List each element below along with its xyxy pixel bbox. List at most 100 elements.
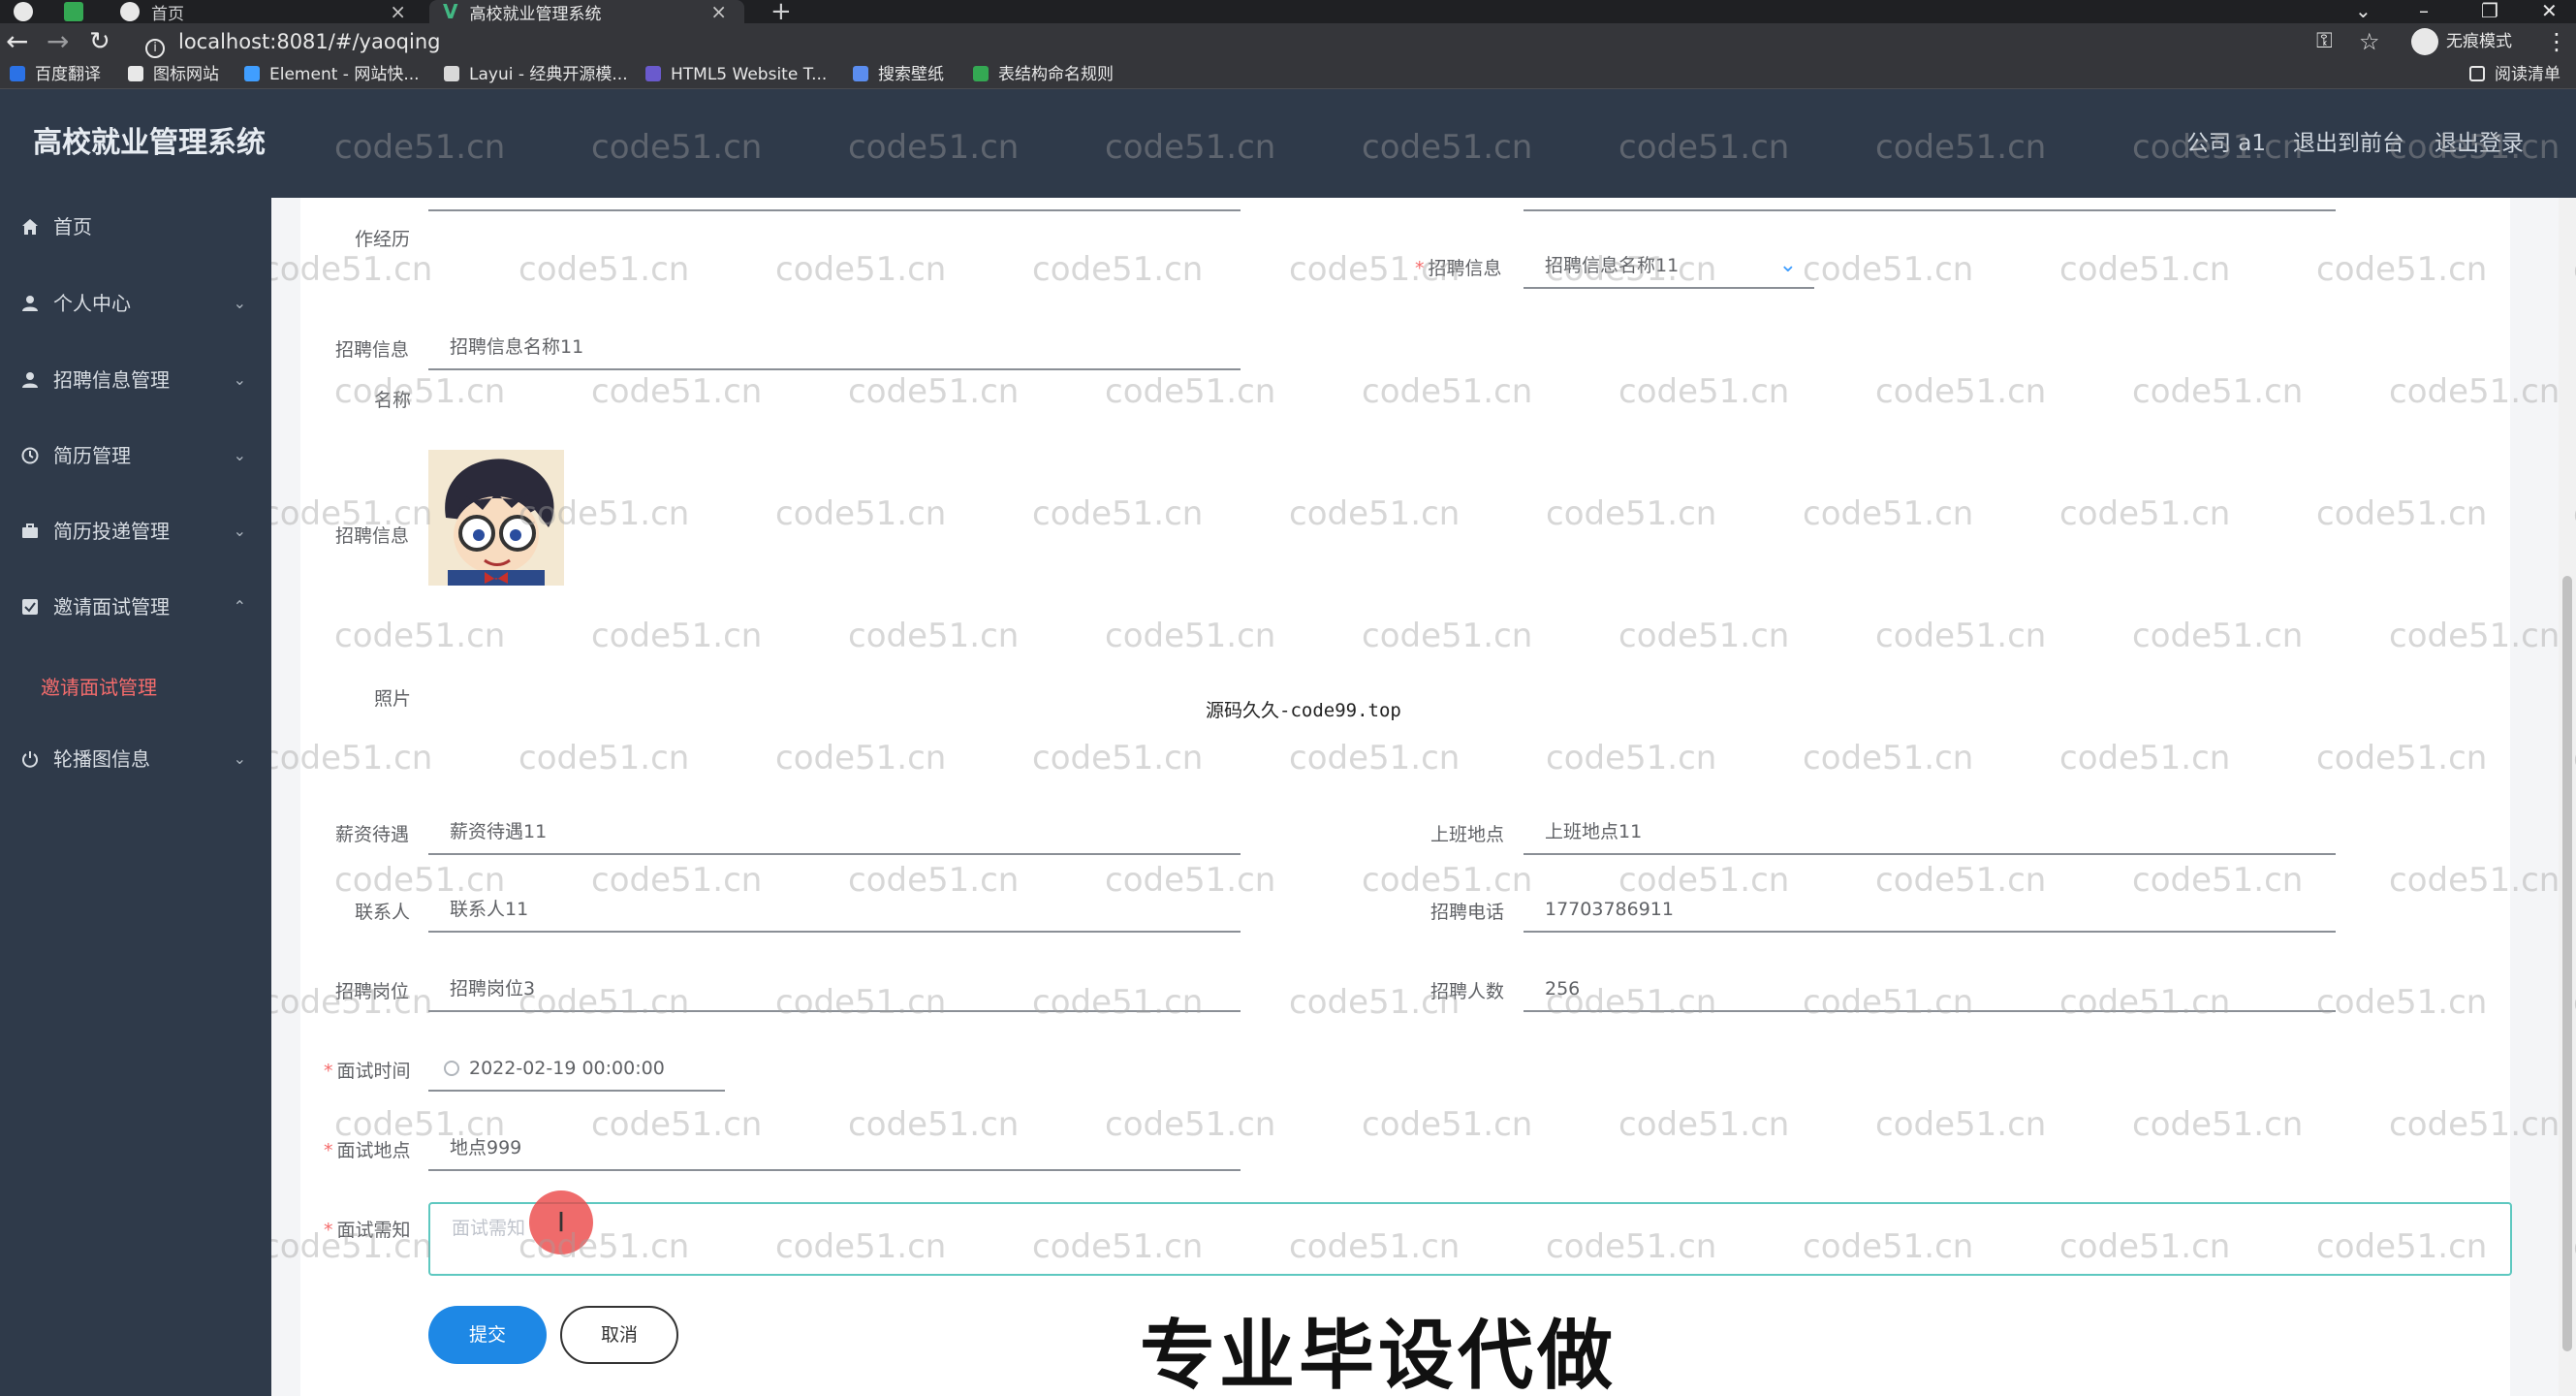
browser-profile-icon[interactable] bbox=[14, 0, 37, 23]
recruit-photo-label: 招聘信息 bbox=[335, 525, 410, 547]
html5-icon bbox=[645, 66, 661, 81]
bookmark-label: 百度翻译 bbox=[35, 65, 101, 84]
recruit-photo-image bbox=[428, 450, 564, 586]
upper-field-edge bbox=[1524, 165, 2336, 211]
url-field[interactable]: i localhost:8081/#/yaoqing bbox=[145, 27, 2278, 58]
chevron-down-icon: ⌄ bbox=[1778, 253, 1797, 277]
incognito-indicator[interactable]: 无痕模式 bbox=[2411, 23, 2512, 60]
recruit-name-label-2: 名称 bbox=[374, 390, 412, 411]
salary-field[interactable]: 薪资待遇11 bbox=[428, 810, 1241, 855]
element-logo-icon bbox=[244, 66, 260, 81]
sidebar-item-label: 个人中心 bbox=[53, 292, 131, 315]
globe-icon bbox=[120, 2, 140, 21]
sidebar-item-recruitment[interactable]: 招聘信息管理 ⌄ bbox=[0, 351, 271, 409]
bookmark-label: Element - 网站快... bbox=[269, 65, 420, 84]
reading-list-icon bbox=[2469, 66, 2485, 81]
sheet-tab-icon[interactable] bbox=[64, 0, 87, 23]
recruit-info-label: 招聘信息 bbox=[1415, 254, 1502, 280]
tab-search-icon[interactable]: ⌄ bbox=[2355, 0, 2372, 21]
clock-icon bbox=[21, 447, 39, 464]
sidebar-item-home[interactable]: 首页 bbox=[0, 198, 271, 256]
bookmark-item[interactable]: Element - 网站快... bbox=[244, 60, 420, 89]
submit-button[interactable]: 提交 bbox=[428, 1306, 547, 1364]
wallpaper-icon bbox=[853, 66, 868, 81]
position-label: 招聘岗位 bbox=[335, 981, 410, 1002]
reload-icon[interactable]: ↻ bbox=[89, 23, 110, 60]
recruit-info-select[interactable]: 招聘信息名称11 ⌄ bbox=[1524, 244, 1814, 289]
bookmark-item[interactable]: 搜索壁纸 bbox=[853, 60, 944, 89]
bookmark-item[interactable]: HTML5 Website T... bbox=[645, 60, 827, 89]
site-info-icon[interactable]: i bbox=[145, 39, 165, 58]
forward-arrow-icon[interactable]: → bbox=[47, 23, 69, 60]
incognito-label: 无痕模式 bbox=[2446, 32, 2512, 51]
reading-list[interactable]: 阅读清单 bbox=[2469, 60, 2560, 89]
bookmark-label: 表结构命名规则 bbox=[998, 65, 1114, 84]
interview-time-picker[interactable]: 2022-02-19 00:00:00 bbox=[428, 1047, 725, 1092]
scrollbar-thumb[interactable] bbox=[2562, 576, 2572, 1351]
work-history-label: 作经历 bbox=[355, 229, 411, 250]
url-text: localhost:8081/#/yaoqing bbox=[178, 30, 441, 53]
bookmark-item[interactable]: 百度翻译 bbox=[10, 60, 101, 89]
close-icon[interactable]: × bbox=[390, 0, 406, 23]
location-field[interactable]: 上班地点11 bbox=[1524, 810, 2336, 855]
chevron-down-icon: ⌄ bbox=[233, 446, 246, 464]
interview-place-field[interactable]: 地点999 bbox=[428, 1126, 1241, 1171]
bookmark-item[interactable]: 图标网站 bbox=[128, 60, 219, 89]
sidebar: 首页 个人中心 ⌄ 招聘信息管理 ⌄ 简历管理 ⌄ 简历投递管理 ⌄ 邀请面试管… bbox=[0, 198, 271, 1396]
bookmark-label: Layui - 经典开源模... bbox=[469, 65, 628, 84]
checkbox-icon bbox=[22, 599, 38, 615]
translate-icon bbox=[10, 66, 25, 81]
promo-overlay-text: 专业毕设代做 bbox=[1140, 1313, 1618, 1396]
more-menu-icon[interactable]: ⋮ bbox=[2545, 23, 2568, 60]
star-icon[interactable]: ☆ bbox=[2359, 23, 2380, 60]
sidebar-item-resume[interactable]: 简历管理 ⌄ bbox=[0, 427, 271, 485]
bookmark-item[interactable]: Layui - 经典开源模... bbox=[444, 60, 628, 89]
tab-active[interactable]: V 高校就业管理系统 × bbox=[429, 0, 744, 24]
user-icon bbox=[22, 296, 38, 311]
tab-home[interactable]: 首页 × bbox=[109, 0, 424, 24]
sidebar-item-carousel[interactable]: 轮播图信息 ⌄ bbox=[0, 730, 271, 788]
minimize-icon[interactable]: – bbox=[2419, 0, 2429, 21]
bookmark-label: 图标网站 bbox=[153, 65, 219, 84]
flag-icon bbox=[128, 66, 143, 81]
bookmark-item[interactable]: 表结构命名规则 bbox=[973, 60, 1114, 89]
contact-field[interactable]: 联系人11 bbox=[428, 888, 1241, 933]
cartoon-avatar-icon bbox=[428, 450, 564, 586]
chevron-down-icon: ⌄ bbox=[233, 370, 246, 389]
back-arrow-icon[interactable]: ← bbox=[6, 23, 28, 60]
position-field[interactable]: 招聘岗位3 bbox=[428, 968, 1241, 1012]
cancel-button[interactable]: 取消 bbox=[560, 1306, 678, 1364]
recruit-name-label: 招聘信息 bbox=[335, 339, 410, 361]
incognito-icon bbox=[2411, 28, 2438, 55]
sidebar-item-personal-center[interactable]: 个人中心 ⌄ bbox=[0, 274, 271, 333]
contact-label: 联系人 bbox=[355, 902, 411, 923]
scrollbar[interactable] bbox=[2559, 198, 2576, 1396]
sidebar-item-label: 简历管理 bbox=[53, 444, 131, 467]
interview-time-label: 面试时间 bbox=[324, 1057, 411, 1083]
new-tab-button[interactable]: + bbox=[770, 0, 794, 26]
phone-field[interactable]: 17703786911 bbox=[1524, 888, 2336, 933]
sidebar-item-label: 招聘信息管理 bbox=[53, 368, 170, 392]
window-close-icon[interactable]: ✕ bbox=[2541, 0, 2558, 21]
browser-tab-bar: 首页 × V 高校就业管理系统 × + ⌄ – ❐ ✕ bbox=[0, 0, 2576, 26]
sidebar-item-resume-delivery[interactable]: 简历投递管理 ⌄ bbox=[0, 502, 271, 560]
work-history-field-edge bbox=[428, 165, 1241, 211]
home-icon bbox=[22, 219, 38, 235]
photo-label: 照片 bbox=[374, 688, 412, 710]
restore-icon[interactable]: ❐ bbox=[2481, 0, 2498, 21]
bookmarks-bar: 百度翻译 图标网站 Element - 网站快... Layui - 经典开源模… bbox=[0, 60, 2576, 89]
interview-notice-textarea[interactable]: 面试需知 bbox=[428, 1202, 2512, 1276]
sidebar-item-label: 首页 bbox=[53, 215, 92, 238]
recruit-name-field[interactable]: 招聘信息名称11 bbox=[428, 326, 1241, 370]
sidebar-subitem-interview-management[interactable]: 邀请面试管理 bbox=[0, 663, 271, 712]
chevron-down-icon: ⌄ bbox=[233, 749, 246, 768]
logout-link[interactable]: 退出登录 bbox=[2435, 89, 2524, 198]
headcount-field[interactable]: 256 bbox=[1524, 968, 2336, 1012]
close-icon[interactable]: × bbox=[710, 0, 727, 23]
chevron-down-icon: ⌄ bbox=[233, 294, 246, 312]
reading-list-label: 阅读清单 bbox=[2495, 65, 2560, 84]
sidebar-item-interview[interactable]: 邀请面试管理 ⌃ bbox=[0, 578, 271, 636]
key-icon[interactable]: ⚿ bbox=[2316, 23, 2333, 60]
source-overlay-text: 源码久久-code99.top bbox=[1206, 700, 1401, 721]
headcount-label: 招聘人数 bbox=[1430, 981, 1505, 1002]
